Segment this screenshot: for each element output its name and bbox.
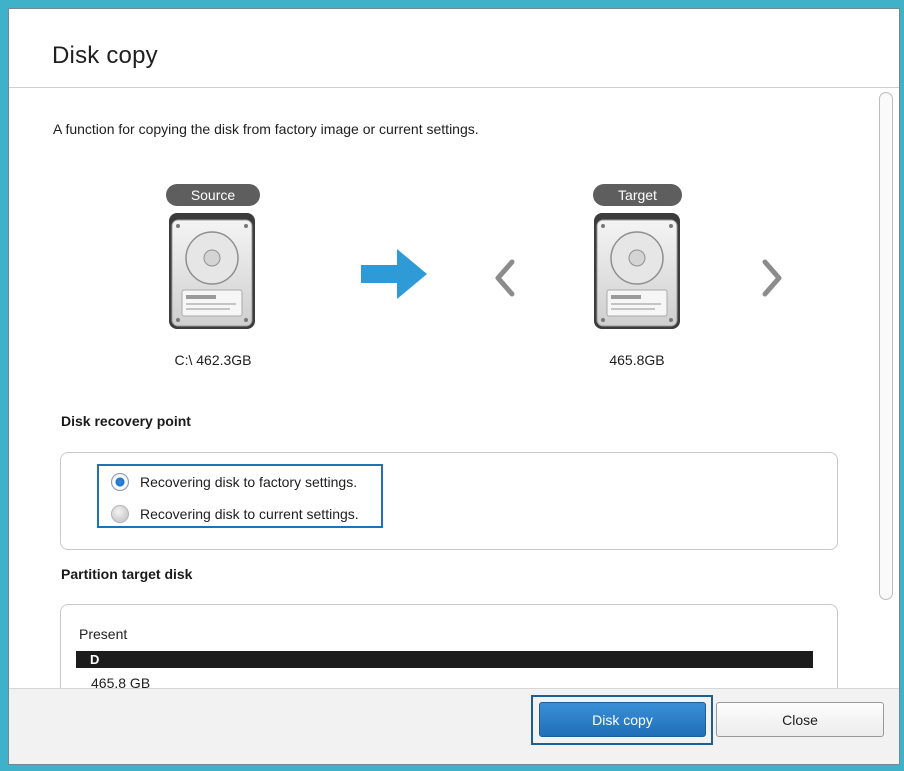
present-label: Present [79, 626, 128, 642]
radio-unselected-indicator[interactable] [111, 505, 129, 523]
close-button[interactable]: Close [716, 702, 884, 737]
window-frame: Disk copy A function for copying the dis… [0, 0, 904, 771]
target-tag: Target [593, 184, 682, 206]
disk-copy-dialog: Disk copy A function for copying the dis… [8, 8, 900, 765]
title-bar: Disk copy [9, 9, 899, 88]
description-text: A function for copying the disk from fac… [53, 121, 479, 137]
arrow-right-icon [361, 249, 427, 299]
chevron-right-icon[interactable] [759, 258, 785, 298]
content-area: A function for copying the disk from fac… [9, 88, 873, 689]
disk-copy-button[interactable]: Disk copy [539, 702, 706, 737]
partition-bar[interactable]: D [76, 651, 813, 668]
chevron-left-icon[interactable] [492, 258, 518, 298]
vertical-scrollbar[interactable] [873, 88, 899, 689]
radio-current-settings[interactable]: Recovering disk to current settings. [111, 503, 359, 525]
radio-factory-settings[interactable]: Recovering disk to factory settings. [111, 471, 357, 493]
radio-selected-indicator[interactable] [111, 473, 129, 491]
scrollbar-thumb[interactable] [879, 92, 893, 600]
partition-size: 465.8 GB [91, 675, 151, 689]
dialog-title: Disk copy [52, 42, 158, 69]
source-tag: Source [166, 184, 260, 206]
radio-current-label: Recovering disk to current settings. [140, 506, 359, 522]
target-disk-icon [594, 213, 680, 329]
partition-group: Present D 465.8 GB [60, 604, 838, 689]
partition-heading: Partition target disk [61, 566, 193, 582]
dialog-footer: Disk copy Close [9, 688, 899, 764]
radio-factory-label: Recovering disk to factory settings. [140, 474, 358, 490]
source-disk-icon [169, 213, 255, 329]
recovery-heading: Disk recovery point [61, 413, 191, 429]
source-disk-label: C:\ 462.3GB [174, 352, 252, 368]
recovery-options-group: Recovering disk to factory settings. Rec… [60, 452, 838, 550]
target-disk-label: 465.8GB [609, 352, 665, 368]
